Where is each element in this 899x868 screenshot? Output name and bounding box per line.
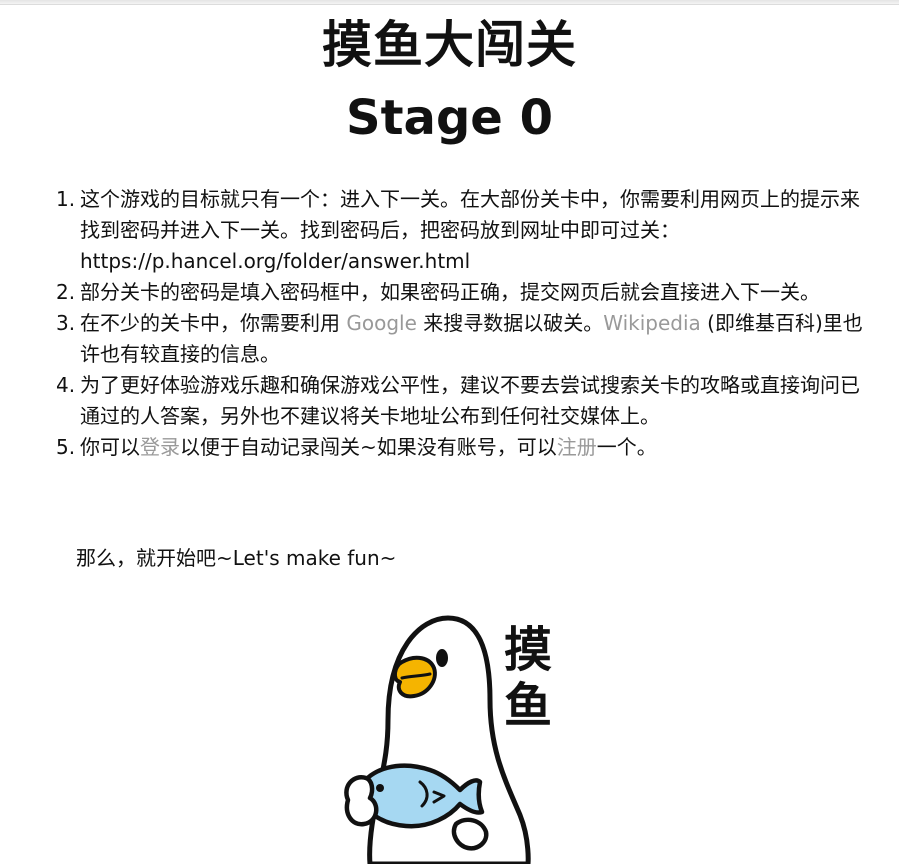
rule-text: 部分关卡的密码是填入密码框中，如果密码正确，提交网页后就会直接进入下一关。 <box>80 280 820 304</box>
duck-caption: 摸鱼 <box>503 622 552 734</box>
rule-number: 5. <box>56 435 76 459</box>
rule-text-mid: 来搜寻数据以破关。 <box>416 311 604 335</box>
page-title: 摸鱼大闯关 <box>322 16 577 74</box>
rule-text: 为了更好体验游戏乐趣和确保游戏公平性，建议不要去尝试搜索关卡的攻略或直接询问已通… <box>80 373 860 428</box>
rule-text-mid: 以便于自动记录闯关~如果没有账号，可以 <box>180 435 557 459</box>
register-link[interactable]: 注册 <box>557 435 597 459</box>
rule-item-3: 3. 在不少的关卡中，你需要利用 Google 来搜寻数据以破关。Wikiped… <box>56 308 870 370</box>
rule-item-4: 4. 为了更好体验游戏乐趣和确保游戏公平性，建议不要去尝试搜索关卡的攻略或直接询… <box>56 370 870 432</box>
rule-number: 3. <box>56 311 76 335</box>
duck-sticker-image: 摸鱼 <box>330 610 570 867</box>
rule-item-5: 5. 你可以登录以便于自动记录闯关~如果没有账号，可以注册一个。 <box>56 432 870 463</box>
rule-text-post: 一个。 <box>596 435 657 459</box>
google-link[interactable]: Google <box>346 311 417 335</box>
browser-top-border <box>0 0 899 5</box>
rule-number: 1. <box>56 187 76 211</box>
login-link[interactable]: 登录 <box>140 435 180 459</box>
rule-text: 这个游戏的目标就只有一个：进入下一关。在大部份关卡中，你需要利用网页上的提示来找… <box>80 187 860 273</box>
rule-text-pre: 你可以 <box>80 435 140 459</box>
rule-item-2: 2. 部分关卡的密码是填入密码框中，如果密码正确，提交网页后就会直接进入下一关。 <box>56 277 870 308</box>
wikipedia-link[interactable]: Wikipedia <box>603 311 701 335</box>
rule-item-1: 1. 这个游戏的目标就只有一个：进入下一关。在大部份关卡中，你需要利用网页上的提… <box>56 184 870 277</box>
rule-number: 2. <box>56 280 76 304</box>
stage-heading: Stage 0 <box>346 90 553 146</box>
rule-number: 4. <box>56 373 76 397</box>
rules-list: 1. 这个游戏的目标就只有一个：进入下一关。在大部份关卡中，你需要利用网页上的提… <box>56 184 870 463</box>
outro-text: 那么，就开始吧~Let's make fun~ <box>76 546 397 570</box>
rule-text-pre: 在不少的关卡中，你需要利用 <box>80 311 347 335</box>
